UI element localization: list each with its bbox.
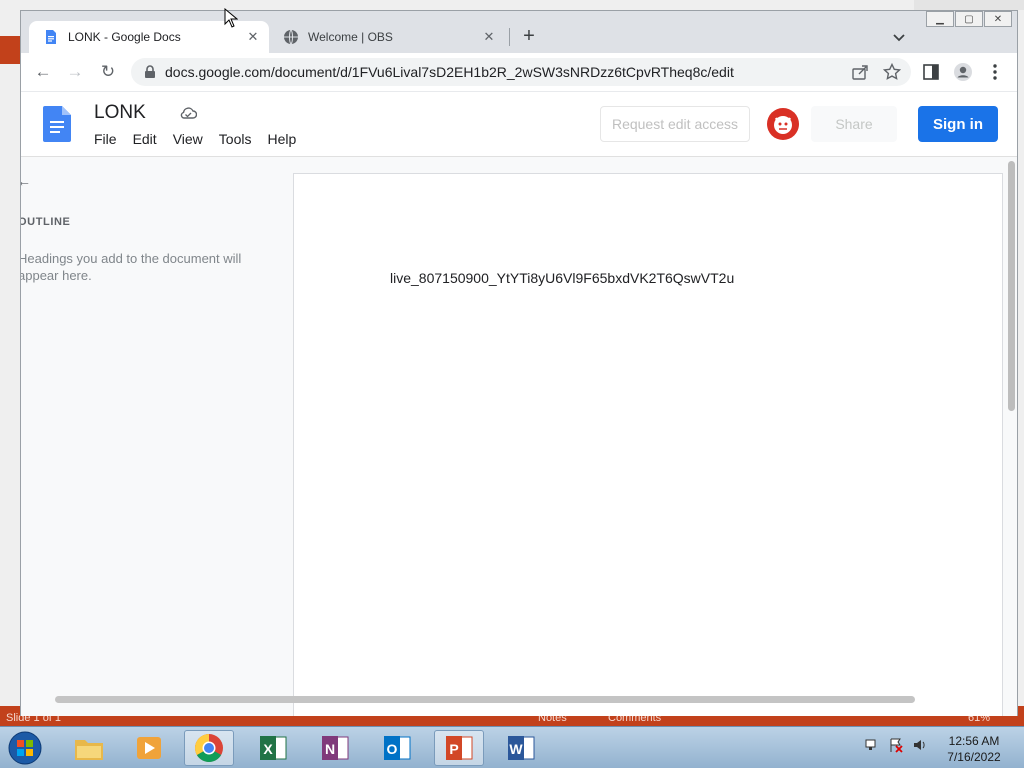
clock-date: 7/16/2022	[947, 750, 1001, 764]
close-tab-icon[interactable]: ✕	[481, 29, 497, 45]
menu-view[interactable]: View	[173, 131, 203, 147]
outline-back-arrow-icon[interactable]: ←	[21, 173, 31, 189]
windows-taskbar: X N O P W 12:56 AM 7/16/2022	[0, 726, 1024, 768]
background-titlebar	[914, 0, 1024, 10]
chrome-window: LONK - Google Docs ✕ Welcome | OBS ✕ + ▁…	[20, 10, 1018, 716]
profile-icon[interactable]	[953, 62, 973, 82]
system-tray	[864, 737, 928, 753]
onenote-icon: N	[322, 736, 349, 760]
svg-text:X: X	[263, 741, 273, 757]
reload-icon[interactable]: ↻	[98, 62, 118, 82]
account-avatar[interactable]	[767, 108, 799, 140]
maximize-button[interactable]: ▢	[955, 11, 983, 27]
mouse-cursor-icon	[224, 8, 238, 28]
tab-title: LONK - Google Docs	[68, 30, 181, 44]
kebab-menu-icon[interactable]	[985, 62, 1005, 82]
chevron-down-icon[interactable]	[889, 27, 909, 47]
minimize-button[interactable]: ▁	[926, 11, 954, 27]
svg-text:N: N	[325, 741, 335, 757]
tab-strip: LONK - Google Docs ✕ Welcome | OBS ✕ + ▁…	[21, 11, 1017, 53]
google-docs-icon	[46, 30, 56, 44]
folder-icon	[75, 740, 103, 760]
media-player-icon	[137, 737, 161, 759]
svg-text:W: W	[509, 741, 523, 757]
word-icon: W	[508, 736, 535, 760]
docs-header: LONK File Edit View Tools Help Request e…	[21, 92, 1017, 157]
address-bar[interactable]: docs.google.com/document/d/1FVu6Lival7sD…	[131, 58, 911, 86]
request-edit-access-button[interactable]: Request edit access	[600, 106, 750, 142]
globe-icon	[284, 29, 298, 45]
tab-separator	[509, 28, 510, 46]
taskbar-excel[interactable]: X	[248, 730, 298, 766]
back-arrow-icon[interactable]: ←	[33, 62, 53, 82]
share-button[interactable]: Share	[811, 106, 897, 142]
cloud-saved-icon[interactable]	[179, 106, 197, 120]
network-icon[interactable]	[864, 737, 880, 753]
tab-title: Welcome | OBS	[308, 30, 393, 44]
side-panel-icon[interactable]	[921, 62, 941, 82]
docs-menubar: File Edit View Tools Help	[94, 131, 296, 147]
document-body-text[interactable]: live_807150900_YtYTi8yU6Vl9F65bxdVK2T6Qs…	[390, 270, 734, 286]
taskbar-onenote[interactable]: N	[310, 730, 360, 766]
horizontal-scrollbar[interactable]	[55, 696, 915, 703]
docs-body: ← OUTLINE Headings you add to the docume…	[21, 157, 1017, 716]
menu-edit[interactable]: Edit	[133, 131, 157, 147]
taskbar-powerpoint[interactable]: P	[434, 730, 484, 766]
document-title[interactable]: LONK	[94, 102, 146, 124]
browser-toolbar: ← → ↻ docs.google.com/document/d/1FVu6Li…	[21, 53, 1017, 91]
taskbar-word[interactable]: W	[496, 730, 546, 766]
document-page[interactable]: live_807150900_YtYTi8yU6Vl9F65bxdVK2T6Qs…	[293, 173, 1003, 716]
menu-help[interactable]: Help	[267, 131, 296, 147]
outline-hint-text: Headings you add to the document will ap…	[21, 251, 242, 283]
avatar-face-icon	[774, 116, 792, 134]
taskbar-media-player[interactable]	[124, 730, 174, 766]
action-center-flag-icon[interactable]	[888, 737, 904, 753]
vertical-scrollbar[interactable]	[1008, 161, 1015, 411]
window-controls: ▁ ▢ ✕	[925, 11, 1012, 27]
tab-obs[interactable]: Welcome | OBS ✕	[273, 21, 505, 53]
outlook-icon: O	[384, 736, 411, 760]
page-content: LONK File Edit View Tools Help Request e…	[21, 91, 1017, 716]
volume-icon[interactable]	[912, 737, 928, 753]
url-text: docs.google.com/document/d/1FVu6Lival7sD…	[165, 64, 734, 80]
google-docs-logo-icon[interactable]	[43, 106, 71, 142]
excel-icon: X	[260, 736, 287, 760]
svg-text:P: P	[449, 741, 458, 757]
taskbar-chrome[interactable]	[184, 730, 234, 766]
background-ribbon-strip	[0, 36, 20, 64]
menu-file[interactable]: File	[94, 131, 117, 147]
sign-in-button[interactable]: Sign in	[918, 106, 998, 142]
close-window-button[interactable]: ✕	[984, 11, 1012, 27]
share-page-icon[interactable]	[851, 63, 869, 81]
new-tab-button[interactable]: +	[517, 25, 541, 49]
chrome-icon	[195, 734, 223, 762]
forward-arrow-icon[interactable]: →	[65, 62, 85, 82]
svg-text:O: O	[387, 741, 398, 757]
lock-icon[interactable]	[143, 65, 157, 79]
outline-panel: ← OUTLINE Headings you add to the docume…	[21, 157, 293, 716]
clock-time: 12:56 AM	[948, 734, 1000, 748]
bookmark-star-icon[interactable]	[883, 63, 901, 81]
start-button-icon[interactable]	[6, 730, 44, 766]
taskbar-explorer[interactable]	[64, 730, 114, 766]
taskbar-outlook[interactable]: O	[372, 730, 422, 766]
menu-tools[interactable]: Tools	[219, 131, 252, 147]
outline-heading: OUTLINE	[21, 216, 71, 228]
close-tab-icon[interactable]: ✕	[245, 29, 261, 45]
taskbar-clock[interactable]: 12:56 AM 7/16/2022	[930, 733, 1018, 765]
powerpoint-icon: P	[446, 736, 473, 760]
